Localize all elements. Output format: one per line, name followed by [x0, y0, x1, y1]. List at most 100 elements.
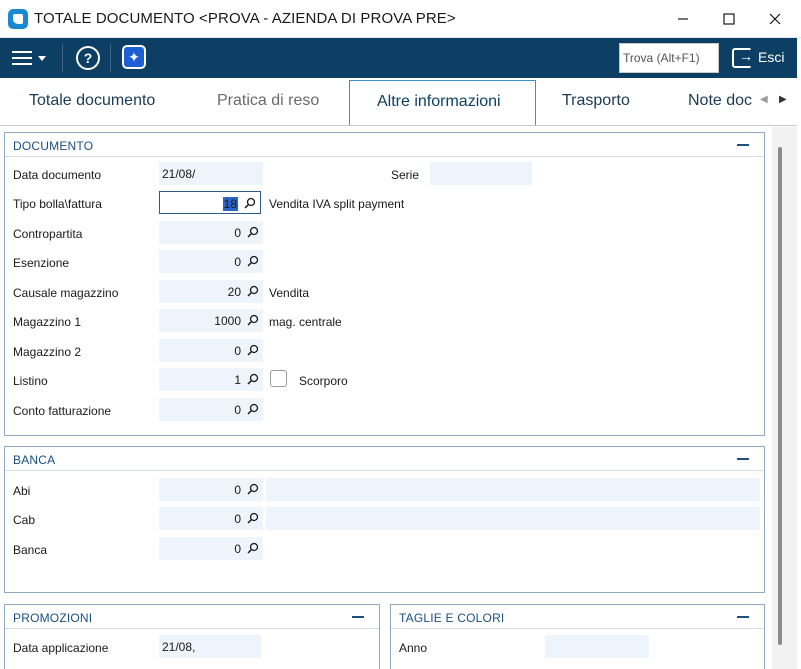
- app-icon: [8, 9, 28, 29]
- collapse-icon[interactable]: [352, 616, 364, 618]
- minimize-icon: [678, 18, 688, 20]
- cab-description-field: [266, 507, 760, 530]
- panel-header: TAGLIE E COLORI: [391, 605, 764, 629]
- field-value: 18: [222, 197, 238, 211]
- search-icon[interactable]: [246, 541, 260, 555]
- form-content: DOCUMENTO Data documento 21/08/ Serie Ti…: [0, 127, 797, 669]
- label-anno: Anno: [399, 641, 428, 655]
- field-value: 0: [234, 542, 241, 556]
- panel-title: DOCUMENTO: [13, 139, 94, 153]
- panel-title: PROMOZIONI: [13, 611, 93, 625]
- field-value: 0: [234, 512, 241, 526]
- hamburger-icon: [12, 51, 32, 65]
- field-value: 1: [234, 373, 241, 387]
- cab-field[interactable]: 0: [159, 507, 263, 530]
- panel-taglie-colori: TAGLIE E COLORI Anno: [390, 604, 765, 669]
- panel-banca: BANCA Abi 0 Cab 0 Banca 0: [4, 446, 765, 593]
- search-icon[interactable]: [246, 254, 260, 268]
- toolbar-divider: [62, 44, 63, 72]
- banca-field[interactable]: 0: [159, 537, 263, 560]
- label-banca: Banca: [13, 543, 48, 557]
- collapse-icon[interactable]: [737, 458, 749, 460]
- label-data-documento: Data documento: [13, 168, 102, 182]
- maximize-button[interactable]: [706, 0, 752, 38]
- help-button[interactable]: ?: [76, 46, 100, 70]
- label-contropartita: Contropartita: [13, 227, 83, 241]
- field-value: 0: [234, 255, 241, 269]
- collapse-icon[interactable]: [737, 144, 749, 146]
- ai-assistant-button[interactable]: ✦: [122, 45, 146, 69]
- field-value: 21/08/: [162, 167, 196, 181]
- abi-field[interactable]: 0: [159, 478, 263, 501]
- magazzino-2-field[interactable]: 0: [159, 339, 263, 362]
- window-title: TOTALE DOCUMENTO <PROVA - AZIENDA DI PRO…: [34, 10, 456, 27]
- data-applicazione-field[interactable]: 21/08,: [159, 635, 261, 658]
- exit-label: Esci: [758, 49, 785, 65]
- serie-field[interactable]: [430, 162, 532, 185]
- close-button[interactable]: [752, 0, 798, 38]
- scorporo-label: Scorporo: [299, 374, 348, 388]
- data-documento-field[interactable]: 21/08/: [159, 162, 263, 185]
- causale-magazzino-field[interactable]: 20: [159, 280, 263, 303]
- magazzino-1-field[interactable]: 1000: [159, 309, 263, 332]
- search-icon[interactable]: [246, 402, 260, 416]
- tipo-bolla-description: Vendita IVA split payment: [269, 197, 405, 211]
- scrollbar-thumb[interactable]: [778, 147, 782, 645]
- tab-scroll-left-icon[interactable]: ◀: [760, 94, 768, 105]
- tab-trasporto[interactable]: Trasporto: [562, 92, 630, 110]
- title-bar: TOTALE DOCUMENTO <PROVA - AZIENDA DI PRO…: [0, 0, 801, 38]
- toolbar: ? ✦ Trova (Alt+F1) Esci: [0, 38, 797, 78]
- tab-altre-informazioni[interactable]: Altre informazioni: [349, 80, 536, 125]
- maximize-icon: [723, 13, 735, 25]
- label-tipo-bolla-fattura: Tipo bolla\fattura: [13, 197, 102, 211]
- search-icon[interactable]: [246, 225, 260, 239]
- search-icon[interactable]: [246, 343, 260, 357]
- esenzione-field[interactable]: 0: [159, 250, 263, 273]
- field-value: 0: [234, 483, 241, 497]
- help-icon: ?: [83, 50, 93, 66]
- minimize-button[interactable]: [660, 0, 706, 38]
- label-serie: Serie: [391, 168, 420, 182]
- search-icon[interactable]: [246, 511, 260, 525]
- field-value: 0: [234, 344, 241, 358]
- main-menu-button[interactable]: [8, 46, 52, 70]
- panel-header: PROMOZIONI: [5, 605, 379, 629]
- sparkle-icon: ✦: [128, 48, 140, 65]
- field-value: 0: [234, 226, 241, 240]
- search-icon[interactable]: [246, 482, 260, 496]
- abi-description-field: [266, 478, 760, 501]
- collapse-icon[interactable]: [737, 616, 749, 618]
- search-icon[interactable]: [246, 313, 260, 327]
- label-conto-fatturazione: Conto fatturazione: [13, 404, 112, 418]
- tab-note-doc[interactable]: Note doc: [688, 92, 752, 110]
- tab-totale-documento[interactable]: Totale documento: [29, 92, 155, 110]
- search-icon[interactable]: [243, 196, 257, 210]
- anno-field[interactable]: [545, 635, 649, 658]
- panel-header: DOCUMENTO: [5, 133, 764, 157]
- label-listino: Listino: [13, 374, 48, 388]
- close-icon: [769, 13, 781, 25]
- panel-documento: DOCUMENTO Data documento 21/08/ Serie Ti…: [4, 132, 765, 436]
- field-value: 0: [234, 403, 241, 417]
- search-icon[interactable]: [246, 284, 260, 298]
- tab-scroll-right-icon[interactable]: ▶: [779, 94, 787, 105]
- exit-button[interactable]: Esci: [728, 42, 792, 74]
- search-input[interactable]: Trova (Alt+F1): [619, 43, 719, 73]
- vertical-scrollbar[interactable]: [772, 127, 797, 669]
- chevron-down-icon: [38, 56, 46, 61]
- panel-title: TAGLIE E COLORI: [399, 611, 505, 625]
- exit-icon: [732, 48, 753, 68]
- label-causale-magazzino: Causale magazzino: [13, 286, 119, 300]
- tipo-bolla-fattura-field[interactable]: 18: [159, 191, 261, 214]
- conto-fatturazione-field[interactable]: 0: [159, 398, 263, 421]
- contropartita-field[interactable]: 0: [159, 221, 263, 244]
- field-value: 1000: [214, 314, 241, 328]
- listino-field[interactable]: 1: [159, 368, 263, 391]
- label-data-applicazione: Data applicazione: [13, 641, 109, 655]
- field-value: 20: [227, 285, 241, 299]
- tab-pratica-di-reso[interactable]: Pratica di reso: [217, 92, 319, 110]
- panel-header: BANCA: [5, 447, 764, 471]
- scorporo-checkbox[interactable]: [270, 370, 287, 387]
- label-esenzione: Esenzione: [13, 256, 70, 270]
- search-icon[interactable]: [246, 372, 260, 386]
